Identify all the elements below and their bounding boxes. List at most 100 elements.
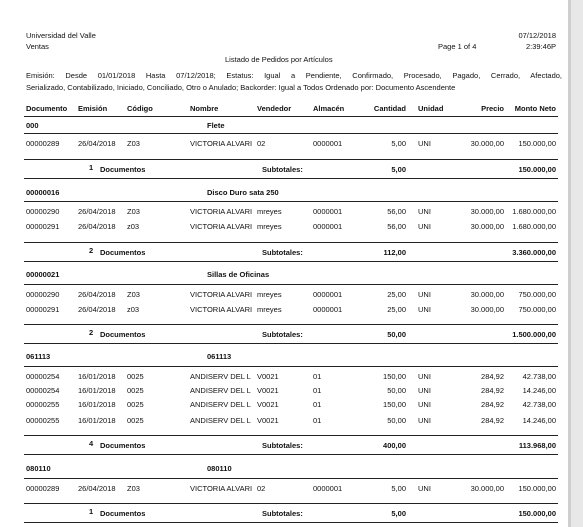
subtotals-label: Subtotales: <box>262 165 303 174</box>
cell-vendedor: V0021 <box>257 416 279 425</box>
group-header: 00000021 Sillas de Oficinas <box>0 270 568 282</box>
col-monto: Monto Neto <box>514 104 556 113</box>
subtotal-row: 4 Documentos Subtotales: 400,00 113.968,00 <box>0 439 568 453</box>
cell-emision: 26/04/2018 <box>78 207 116 216</box>
col-emision: Emisión <box>78 104 108 113</box>
subtotal-row: 2 Documentos Subtotales: 50,00 1.500.000,00 <box>0 328 568 342</box>
cell-monto: 1.680.000,00 <box>512 222 556 231</box>
group-name: Sillas de Oficinas <box>207 270 270 279</box>
header-rule <box>24 116 558 117</box>
cell-monto: 14.246,00 <box>522 416 556 425</box>
subtotal-rule <box>24 324 558 325</box>
table-row: 00000291 26/04/2018 z03 VICTORIA ALVARI mrey… <box>0 222 568 234</box>
subtotal-monto: 150.000,00 <box>518 509 556 518</box>
cell-emision: 26/04/2018 <box>78 222 116 231</box>
documents-label: Documentos <box>100 441 146 450</box>
group-end-rule <box>24 454 558 455</box>
cell-precio: 284,92 <box>481 386 504 395</box>
cell-unidad: UNI <box>418 207 431 216</box>
subtotal-rule <box>24 159 558 160</box>
subtotal-cantidad: 400,00 <box>383 441 406 450</box>
cell-vendedor: 02 <box>257 484 266 493</box>
subtotals-label: Subtotales: <box>262 509 303 518</box>
cell-codigo: 0025 <box>127 372 144 381</box>
cell-codigo: Z03 <box>127 290 140 299</box>
subtotal-row: 1 Documentos Subtotales: 5,00 150.000,00 <box>0 163 568 177</box>
cell-unidad: UNI <box>418 386 431 395</box>
cell-almacen: 01 <box>313 416 322 425</box>
col-unidad: Unidad <box>418 104 444 113</box>
cell-codigo: Z03 <box>127 139 140 148</box>
table-row: 00000289 26/04/2018 Z03 VICTORIA ALVARI 02 00… <box>0 139 568 151</box>
cell-almacen: 0000001 <box>313 290 343 299</box>
cell-documento: 00000291 <box>26 305 60 314</box>
cell-nombre: ANDISERV DEL L <box>190 386 251 395</box>
cell-nombre: VICTORIA ALVARI <box>190 222 253 231</box>
cell-codigo: Z03 <box>127 207 140 216</box>
cell-emision: 26/04/2018 <box>78 305 116 314</box>
subtotal-cantidad: 112,00 <box>383 248 406 257</box>
group-header: 00000016 Disco Duro sata 250 <box>0 188 568 200</box>
cell-nombre: ANDISERV DEL L <box>190 416 251 425</box>
cell-documento: 00000290 <box>26 207 60 216</box>
subtotal-monto: 1.500.000,00 <box>512 330 556 339</box>
page-shadow <box>568 0 583 527</box>
cell-codigo: z03 <box>127 305 140 314</box>
documents-label: Documentos <box>100 330 146 339</box>
cell-documento: 00000255 <box>26 400 60 409</box>
table-row: 00000254 16/01/2018 0025 ANDISERV DEL L V002… <box>0 372 568 384</box>
cell-nombre: ANDISERV DEL L <box>190 400 251 409</box>
cell-almacen: 0000001 <box>313 139 343 148</box>
group-code: 080110 <box>26 464 51 473</box>
report-time: 2:39:46P <box>525 42 556 51</box>
subtotal-monto: 150.000,00 <box>518 165 556 174</box>
cell-emision: 16/01/2018 <box>78 416 116 425</box>
report-title: Listado de Pedidos por Artículos <box>225 55 333 64</box>
group-code: 00000016 <box>26 188 60 197</box>
params-line-2: Serializado, Contabilizado, Iniciado, Co… <box>26 83 456 92</box>
cell-unidad: UNI <box>418 484 431 493</box>
cell-almacen: 0000001 <box>313 484 343 493</box>
cell-unidad: UNI <box>418 416 431 425</box>
cell-monto: 750.000,00 <box>518 305 556 314</box>
subtotal-monto: 113.968,00 <box>518 441 556 450</box>
cell-cantidad: 50,00 <box>387 386 406 395</box>
cell-documento: 00000255 <box>26 416 60 425</box>
cell-documento: 00000289 <box>26 484 60 493</box>
cell-vendedor: mreyes <box>257 207 282 216</box>
cell-nombre: VICTORIA ALVARI <box>190 484 253 493</box>
cell-nombre: VICTORIA ALVARI <box>190 290 253 299</box>
cell-precio: 30.000,00 <box>470 139 504 148</box>
cell-codigo: 0025 <box>127 416 144 425</box>
cell-vendedor: mreyes <box>257 290 282 299</box>
cell-codigo: 0025 <box>127 400 144 409</box>
cell-cantidad: 25,00 <box>387 290 406 299</box>
cell-unidad: UNI <box>418 222 431 231</box>
group-name: Flete <box>207 121 225 130</box>
cell-codigo: 0025 <box>127 386 144 395</box>
cell-unidad: UNI <box>418 290 431 299</box>
cell-unidad: UNI <box>418 305 431 314</box>
cell-monto: 42.738,00 <box>522 372 556 381</box>
subtotal-cantidad: 5,00 <box>391 509 406 518</box>
cell-documento: 00000254 <box>26 372 60 381</box>
table-row: 00000289 26/04/2018 Z03 VICTORIA ALVARI 02 00… <box>0 484 568 496</box>
cell-nombre: VICTORIA ALVARI <box>190 139 253 148</box>
col-cantidad: Cantidad <box>373 104 406 113</box>
col-precio: Precio <box>481 104 504 113</box>
cell-precio: 30.000,00 <box>470 484 504 493</box>
cell-vendedor: V0021 <box>257 400 279 409</box>
document-count: 2 <box>89 328 94 337</box>
group-name: 061113 <box>207 352 232 361</box>
report-date: 07/12/2018 <box>518 31 556 40</box>
group-rule <box>24 133 558 134</box>
document-count: 2 <box>89 246 94 255</box>
cell-precio: 30.000,00 <box>470 290 504 299</box>
subtotal-cantidad: 5,00 <box>391 165 406 174</box>
group-name: Disco Duro sata 250 <box>207 188 279 197</box>
group-code: 00000021 <box>26 270 60 279</box>
documents-label: Documentos <box>100 509 146 518</box>
table-row: 00000290 26/04/2018 Z03 VICTORIA ALVARI mrey… <box>0 290 568 302</box>
cell-monto: 42.738,00 <box>522 400 556 409</box>
cell-cantidad: 56,00 <box>387 207 406 216</box>
